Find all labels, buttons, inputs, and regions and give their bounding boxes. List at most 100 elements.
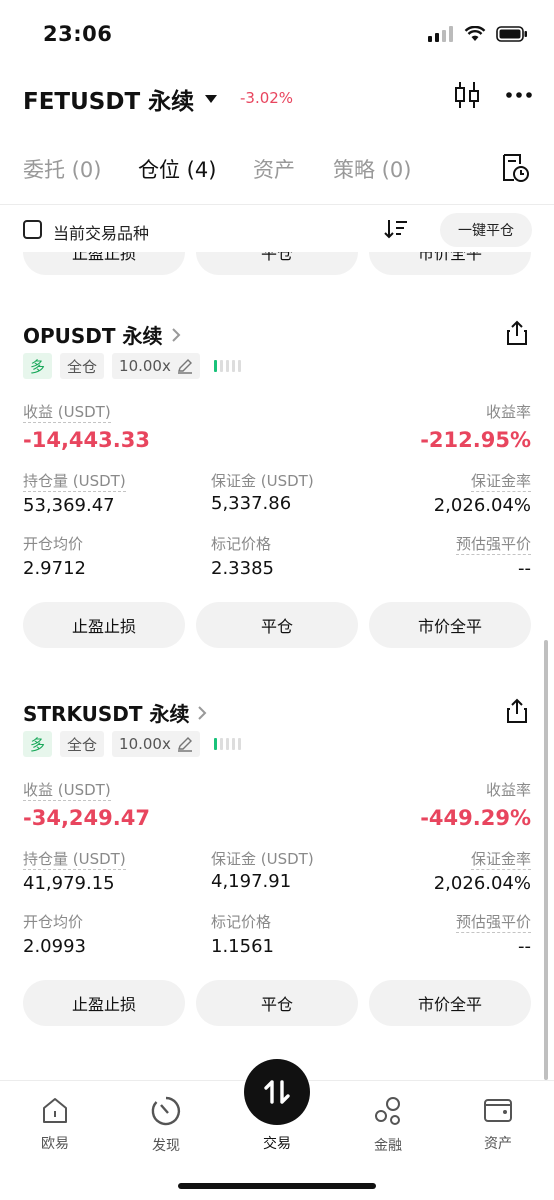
order-history-icon[interactable] — [500, 152, 530, 184]
liq-label: 预估强平价 — [455, 913, 531, 933]
nav-assets[interactable]: 资产 — [453, 1095, 543, 1153]
leverage-tag[interactable]: 10.00x — [112, 731, 200, 757]
pnl-label: 收益 (USDT) — [23, 403, 111, 423]
close-all-button[interactable]: 一键平仓 — [440, 213, 532, 247]
nav-trade[interactable] — [244, 1059, 310, 1125]
liq-value: -- — [518, 558, 531, 579]
wallet-icon — [484, 1099, 512, 1122]
bottom-nav: 欧易 发现 交易 金融 资产 — [0, 1059, 554, 1200]
divider — [0, 204, 554, 205]
trade-icon — [264, 1080, 290, 1104]
discover-icon — [151, 1096, 181, 1126]
share-icon[interactable] — [506, 698, 528, 724]
mark-label: 标记价格 — [211, 535, 272, 553]
liq-label: 预估强平价 — [455, 535, 531, 555]
tp-sl-button[interactable]: 止盈止损 — [23, 980, 185, 1026]
nav-home-label: 欧易 — [41, 1136, 69, 1152]
entry-label: 开仓均价 — [23, 535, 84, 553]
nav-home[interactable]: 欧易 — [10, 1095, 100, 1153]
risk-level-bars — [213, 738, 241, 750]
position-symbol[interactable]: STRKUSDT 永续 — [23, 698, 207, 727]
margin-ratio-value: 2,026.04% — [433, 873, 531, 894]
filter-row: 当前交易品种 一键平仓 — [0, 206, 554, 252]
market-close-button[interactable]: 市价全平 — [369, 980, 531, 1026]
size-label: 持仓量 (USDT) — [23, 850, 126, 870]
tp-sl-button[interactable]: 止盈止损 — [23, 602, 185, 648]
roe-label: 收益率 — [485, 781, 531, 799]
mark-label: 标记价格 — [211, 913, 272, 931]
mark-value: 2.3385 — [211, 558, 274, 579]
market-close-button[interactable]: 市价全平 — [369, 252, 531, 275]
leverage-value: 10.00x — [119, 357, 171, 375]
close-position-button[interactable]: 平仓 — [196, 980, 358, 1026]
mark-value: 1.1561 — [211, 936, 274, 957]
nav-finance-label: 金融 — [374, 1138, 402, 1154]
pnl-value: -14,443.33 — [23, 428, 150, 452]
pair-selector[interactable]: FETUSDT 永续 — [23, 82, 218, 116]
share-icon[interactable] — [506, 320, 528, 346]
more-icon[interactable] — [506, 91, 532, 99]
edit-icon — [177, 359, 192, 374]
tab-orders[interactable]: 委托 (0) — [23, 154, 101, 184]
roe-label: 收益率 — [485, 403, 531, 421]
margin-value: 4,197.91 — [211, 871, 292, 892]
scrollbar[interactable] — [544, 640, 548, 1080]
entry-value: 2.0993 — [23, 936, 86, 957]
leverage-value: 10.00x — [119, 735, 171, 753]
roe-value: -449.29% — [420, 806, 531, 830]
finance-icon — [375, 1097, 400, 1125]
position-symbol-text: STRKUSDT 永续 — [23, 702, 190, 726]
leverage-tag[interactable]: 10.00x — [112, 353, 200, 379]
nav-discover-label: 发现 — [152, 1138, 180, 1154]
home-indicator — [178, 1183, 376, 1189]
margin-value: 5,337.86 — [211, 493, 292, 514]
margin-label: 保证金 (USDT) — [211, 472, 314, 490]
current-symbol-checkbox[interactable] — [23, 220, 42, 239]
tab-bar: 委托 (0) 仓位 (4) 资产 策略 (0) — [0, 142, 554, 192]
pnl-value: -34,249.47 — [23, 806, 150, 830]
caret-down-icon — [205, 95, 218, 103]
signal-icon — [428, 26, 453, 42]
positions-list[interactable]: 止盈止损 平仓 市价全平 OPUSDT 永续 多 全仓 10.00x 收益 (U… — [0, 252, 554, 1080]
tab-strategies[interactable]: 策略 (0) — [333, 154, 411, 184]
close-position-button[interactable]: 平仓 — [196, 252, 358, 275]
chevron-right-icon — [198, 705, 207, 720]
entry-label: 开仓均价 — [23, 913, 84, 931]
wifi-icon — [464, 26, 486, 41]
liq-value: -- — [518, 936, 531, 957]
tab-assets[interactable]: 资产 — [253, 154, 295, 184]
risk-level-bars — [213, 360, 241, 372]
market-close-button[interactable]: 市价全平 — [369, 602, 531, 648]
candlestick-chart-icon[interactable] — [454, 80, 480, 110]
entry-value: 2.9712 — [23, 558, 86, 579]
nav-discover[interactable]: 发现 — [121, 1095, 211, 1155]
tp-sl-button[interactable]: 止盈止损 — [23, 252, 185, 275]
status-time: 23:06 — [43, 22, 113, 46]
size-value: 41,979.15 — [23, 873, 115, 894]
margin-ratio-label: 保证金率 — [470, 472, 531, 492]
roe-value: -212.95% — [420, 428, 531, 452]
nav-assets-label: 资产 — [484, 1136, 512, 1152]
sort-icon[interactable] — [384, 218, 408, 240]
position-symbol-text: OPUSDT 永续 — [23, 324, 163, 348]
size-value: 53,369.47 — [23, 495, 115, 516]
position-symbol[interactable]: OPUSDT 永续 — [23, 320, 181, 349]
battery-icon — [496, 26, 527, 42]
position-card: STRKUSDT 永续 多 全仓 10.00x 收益 (USDT) -34,24… — [0, 698, 554, 1068]
nav-finance[interactable]: 金融 — [343, 1095, 433, 1155]
side-tag: 多 — [23, 731, 53, 757]
price-change: -3.02% — [240, 89, 294, 107]
margin-mode-tag: 全仓 — [60, 731, 105, 757]
edit-icon — [177, 737, 192, 752]
header: FETUSDT 永续 -3.02% — [0, 74, 554, 124]
current-symbol-label: 当前交易品种 — [53, 224, 150, 243]
margin-label: 保证金 (USDT) — [211, 850, 314, 868]
home-icon — [43, 1098, 67, 1123]
pnl-label: 收益 (USDT) — [23, 781, 111, 801]
tab-positions[interactable]: 仓位 (4) — [138, 154, 216, 184]
margin-mode-tag: 全仓 — [60, 353, 105, 379]
side-tag: 多 — [23, 353, 53, 379]
margin-ratio-value: 2,026.04% — [433, 495, 531, 516]
close-position-button[interactable]: 平仓 — [196, 602, 358, 648]
position-card: OPUSDT 永续 多 全仓 10.00x 收益 (USDT) -14,443.… — [0, 320, 554, 690]
